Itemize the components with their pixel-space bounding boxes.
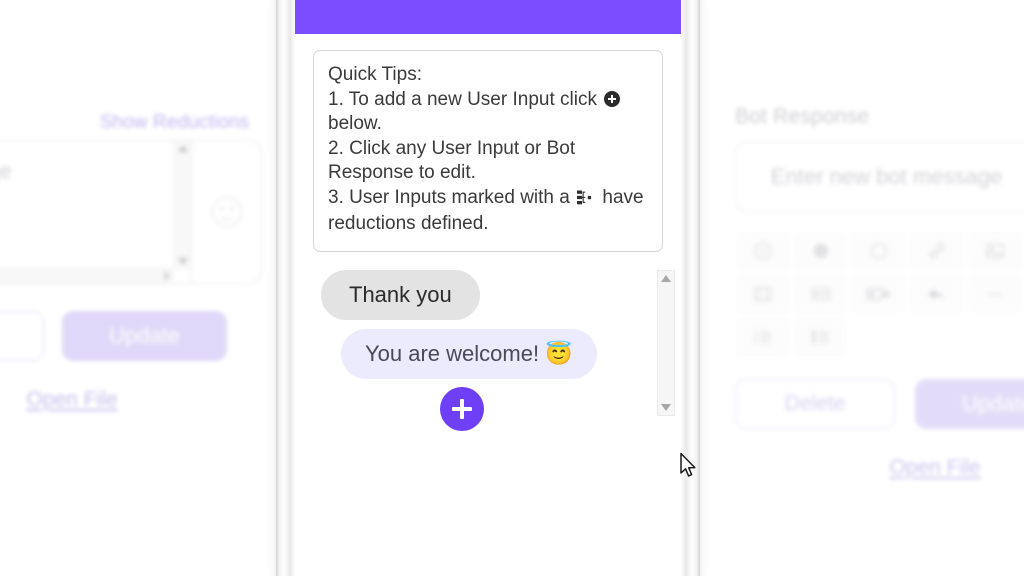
svg-text:3: 3: [753, 338, 757, 345]
add-user-input-button[interactable]: [440, 386, 484, 431]
chevron-down-icon[interactable]: [661, 403, 671, 411]
image-icon[interactable]: [967, 231, 1022, 271]
bot-message-placeholder: Enter new bot message: [771, 164, 1003, 189]
outline-circle-icon[interactable]: [851, 231, 906, 271]
phone-screen: Quick Tips: 1. To add a new User Input c…: [295, 0, 681, 576]
unordered-list-icon[interactable]: [793, 317, 848, 357]
phone-app-body: Quick Tips: 1. To add a new User Input c…: [295, 34, 681, 576]
open-file-link[interactable]: Open File: [735, 456, 1024, 480]
film-icon[interactable]: [735, 274, 790, 314]
smiley-icon: [211, 197, 242, 227]
add-user-input-row: [313, 386, 663, 436]
quick-tips-line-2: 2. Click any User Input or Bot Response …: [328, 137, 576, 184]
delete-button[interactable]: ete: [0, 311, 44, 361]
ellipsis-icon[interactable]: [967, 274, 1022, 314]
mouse-pointer-icon: [679, 452, 699, 480]
open-file-link[interactable]: Open File: [0, 388, 262, 412]
app-screenshot: Show Reductions new user ge ete Update O…: [0, 0, 1024, 576]
chat-vertical-scrollbar[interactable]: [657, 269, 675, 416]
card-plus-icon[interactable]: [851, 274, 906, 314]
scroll-up-icon[interactable]: [178, 145, 188, 152]
phone-mockup-frame: Quick Tips: 1. To add a new User Input c…: [276, 0, 700, 576]
show-reductions-link[interactable]: Show Reductions: [0, 112, 262, 134]
quick-tips-line-1-b: below.: [328, 113, 382, 134]
user-input-button-row: ete Update: [0, 311, 262, 361]
emoji-icon[interactable]: [735, 231, 790, 271]
filled-circle-icon[interactable]: [793, 231, 848, 271]
user-input-vertical-scrollbar[interactable]: [174, 141, 191, 269]
update-button[interactable]: Update: [62, 311, 227, 361]
bot-response-label: Bot Response: [735, 105, 870, 128]
phone-app-header-bar: [295, 0, 681, 34]
quick-tips-line-1-a: 1. To add a new User Input click: [328, 88, 597, 110]
update-button[interactable]: Update: [915, 379, 1024, 429]
user-input-textarea-wrap[interactable]: new user ge: [0, 141, 191, 283]
user-input-field-row: new user ge: [0, 140, 262, 284]
user-input-emoji-button[interactable]: [191, 141, 261, 283]
user-message-row: Thank you: [313, 269, 663, 320]
bot-response-button-row: Delete Update: [735, 379, 1024, 429]
quick-tips-title: Quick Tips:: [328, 64, 422, 85]
reply-arrow-icon[interactable]: [909, 274, 964, 314]
delete-button[interactable]: Delete: [735, 379, 895, 429]
chat-bubble-user[interactable]: Thank you: [321, 269, 480, 320]
plus-circle-icon: [604, 90, 621, 107]
quick-tips-box: Quick Tips: 1. To add a new User Input c…: [313, 50, 663, 252]
chat-preview-area: Thank you You are welcome! 😇: [313, 269, 675, 431]
quick-tips-line-3-a: 3. User Inputs marked with a: [328, 186, 570, 208]
sitemap-icon: [577, 188, 594, 213]
bot-message-input[interactable]: Enter new bot message: [735, 141, 1024, 213]
scroll-right-icon[interactable]: [164, 271, 171, 281]
quick-tips-line-1: 1. To add a new User Input click below.: [328, 88, 648, 137]
scroll-down-icon[interactable]: [178, 258, 188, 265]
bot-response-toolbar: 1 2 3: [735, 231, 1024, 357]
ordered-list-icon[interactable]: 1 2 3: [735, 317, 790, 357]
chevron-up-icon[interactable]: [661, 274, 671, 282]
card-icon[interactable]: [793, 274, 848, 314]
link-icon[interactable]: [909, 231, 964, 271]
user-input-horizontal-scrollbar[interactable]: [0, 268, 174, 283]
bot-message-row: You are welcome! 😇: [313, 328, 663, 379]
user-input-textarea[interactable]: new user ge: [0, 141, 191, 283]
user-input-editor-panel: Show Reductions new user ge ete Update O…: [0, 112, 262, 412]
bot-response-editor-panel: Bot Response Enter new bot message 1 2 3…: [735, 105, 1024, 480]
chat-bubble-bot[interactable]: You are welcome! 😇: [341, 328, 597, 379]
quick-tips-line-3: 3. User Inputs marked with a have reduct…: [328, 186, 648, 237]
